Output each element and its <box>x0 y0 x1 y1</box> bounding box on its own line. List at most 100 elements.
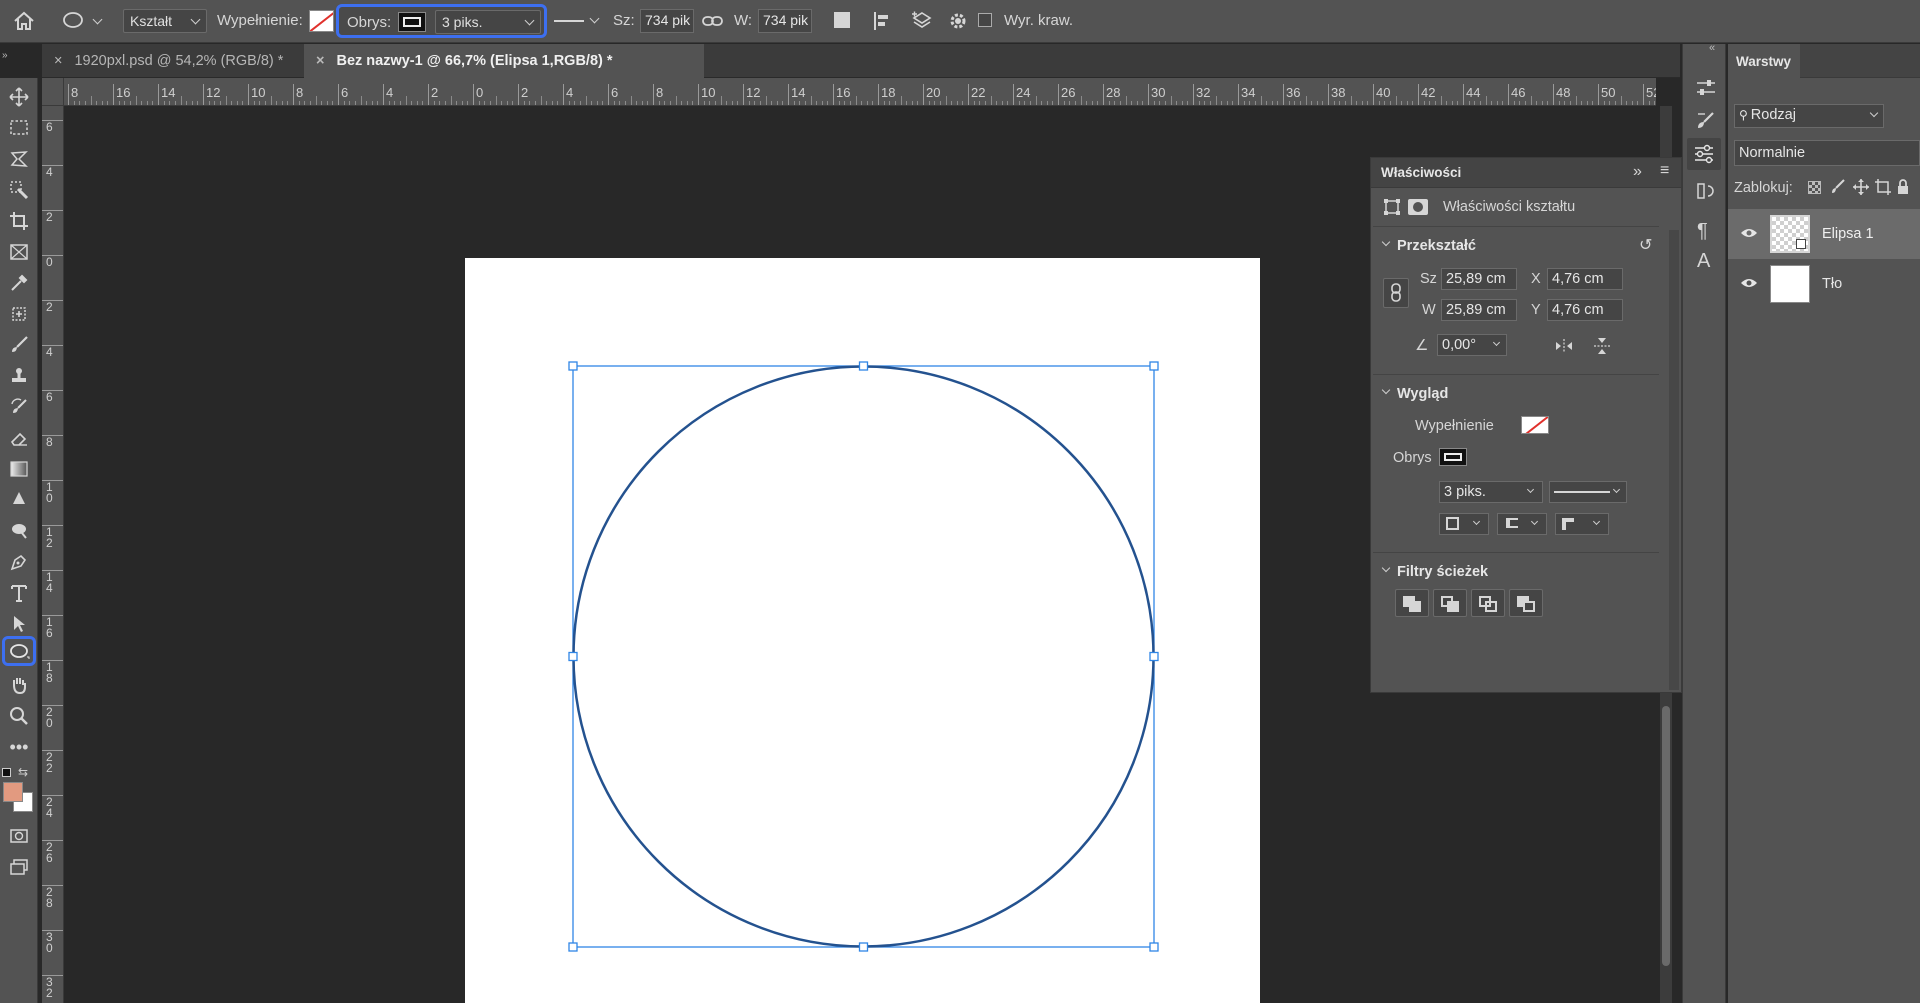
zoom-tool[interactable] <box>4 703 34 729</box>
more-tools-icon[interactable]: ••• <box>4 734 34 760</box>
lock-transparency-icon[interactable] <box>1808 181 1821 194</box>
gradient-tool[interactable] <box>4 456 34 482</box>
brush-tool[interactable] <box>4 332 34 358</box>
close-icon[interactable]: × <box>54 53 62 69</box>
angle-input[interactable]: 0,00° <box>1437 334 1507 356</box>
stroke-corners-select[interactable] <box>1555 513 1609 535</box>
home-icon[interactable] <box>12 10 36 32</box>
brush-settings-icon[interactable] <box>1695 110 1717 132</box>
handle-bottom[interactable] <box>858 942 869 952</box>
pen-tool[interactable] <box>4 549 34 575</box>
subtract-shapes-button[interactable] <box>1433 589 1467 617</box>
close-icon[interactable]: × <box>316 53 324 69</box>
screen-mode-icon[interactable] <box>4 854 34 880</box>
height-input[interactable]: 25,89 cm <box>1441 299 1517 321</box>
stroke-swatch[interactable] <box>398 12 426 32</box>
exclude-shapes-button[interactable] <box>1509 589 1543 617</box>
width-input[interactable]: 25,89 cm <box>1441 268 1517 290</box>
width-input[interactable]: 734 pik <box>640 9 694 33</box>
combine-shapes-button[interactable] <box>1395 589 1429 617</box>
stroke-width-select[interactable]: 3 piks. <box>435 10 541 34</box>
crop-tool[interactable] <box>4 208 34 234</box>
handle-bottom-right[interactable] <box>1149 942 1159 952</box>
handle-left[interactable] <box>568 651 578 662</box>
paragraph-panel-icon[interactable]: ¶ <box>1697 220 1708 243</box>
path-alignment-icon[interactable] <box>872 10 892 32</box>
x-input[interactable]: 4,76 cm <box>1547 268 1623 290</box>
stroke-caps-select[interactable] <box>1497 513 1547 535</box>
flip-horizontal-icon[interactable] <box>1554 338 1574 354</box>
y-input[interactable]: 4,76 cm <box>1547 299 1623 321</box>
layer-row-elipsa[interactable]: Elipsa 1 <box>1728 209 1920 259</box>
chevron-down-icon[interactable] <box>1381 237 1391 247</box>
link-dimensions-button[interactable] <box>1383 278 1409 308</box>
move-tool[interactable] <box>4 84 34 110</box>
character-panel-icon[interactable]: A <box>1697 250 1710 273</box>
blend-mode-select[interactable]: Normalnie <box>1734 140 1920 166</box>
collapse-panel-icon[interactable]: » <box>1633 163 1642 181</box>
path-arrangement-icon[interactable] <box>910 10 934 32</box>
eye-icon[interactable] <box>1740 276 1758 290</box>
hand-tool[interactable] <box>4 672 34 698</box>
chevron-down-icon[interactable] <box>1381 385 1391 395</box>
document-canvas[interactable] <box>465 258 1260 1003</box>
default-colors-icon[interactable] <box>2 768 11 777</box>
panel-menu-icon[interactable]: ≡ <box>1660 162 1669 180</box>
properties-panel-scrollbar[interactable] <box>1669 230 1679 690</box>
eye-icon[interactable] <box>1740 226 1758 240</box>
ellipse-tool-preset-picker[interactable] <box>62 10 106 34</box>
clone-stamp-tool[interactable] <box>4 363 34 389</box>
type-tool[interactable] <box>4 580 34 606</box>
gear-icon[interactable] <box>948 11 968 31</box>
tool-mode-select[interactable]: Kształt <box>123 9 207 33</box>
stroke-type-select[interactable] <box>551 9 605 33</box>
swap-colors-icon[interactable]: ⇆ <box>18 765 28 779</box>
collapse-toolbar-icon[interactable]: » <box>2 50 8 61</box>
handle-bottom-left[interactable] <box>568 942 578 952</box>
handle-right[interactable] <box>1149 651 1159 662</box>
lock-artboard-icon[interactable] <box>1874 178 1892 196</box>
stroke-width-select[interactable]: 3 piks. <box>1439 481 1543 503</box>
flip-vertical-icon[interactable] <box>1593 336 1611 356</box>
eraser-tool[interactable] <box>4 425 34 451</box>
shape-props-icon[interactable] <box>1383 198 1401 216</box>
ellipse-shape[interactable] <box>572 365 1155 948</box>
stroke-align-select[interactable] <box>1439 513 1489 535</box>
layer-kind-filter[interactable]: ⚲ Rodzaj <box>1734 104 1884 128</box>
lock-position-icon[interactable] <box>1852 178 1870 196</box>
history-brush-tool[interactable] <box>4 394 34 420</box>
marquee-tool[interactable] <box>4 115 34 141</box>
ellipse-tool-highlight[interactable] <box>2 636 36 666</box>
tab-bez-nazwy[interactable]: × Bez nazwy-1 @ 66,7% (Elipsa 1,RGB/8) * <box>304 44 704 78</box>
lasso-tool[interactable] <box>4 146 34 172</box>
foreground-color-swatch[interactable] <box>3 782 23 802</box>
lock-brush-icon[interactable] <box>1830 178 1846 196</box>
align-edges-checkbox[interactable] <box>978 13 992 27</box>
tab-layers[interactable]: Warstwy <box>1728 44 1800 78</box>
stroke-type-select[interactable] <box>1549 481 1627 503</box>
blur-tool[interactable] <box>4 487 34 513</box>
scrollbar-thumb[interactable] <box>1662 706 1670 966</box>
layer-row-tlo[interactable]: Tło <box>1728 259 1920 309</box>
stroke-swatch[interactable] <box>1439 448 1467 466</box>
height-input[interactable]: 734 pik <box>758 9 812 33</box>
chevron-down-icon[interactable] <box>1381 563 1391 573</box>
healing-brush-tool[interactable] <box>4 301 34 327</box>
properties-panel-icon[interactable] <box>1687 138 1721 170</box>
handle-top-left[interactable] <box>568 361 578 371</box>
tab-1920pxl[interactable]: × 1920pxl.psd @ 54,2% (RGB/8) * <box>42 44 304 78</box>
history-panel-icon[interactable] <box>1695 180 1717 202</box>
lock-all-icon[interactable] <box>1896 178 1910 196</box>
handle-top[interactable] <box>858 361 869 371</box>
adjustments-icon[interactable] <box>1695 78 1717 98</box>
mask-props-icon[interactable] <box>1408 199 1428 215</box>
quick-selection-tool[interactable] <box>4 177 34 203</box>
reset-transform-icon[interactable]: ↺ <box>1639 235 1652 255</box>
fill-swatch[interactable] <box>1521 416 1549 434</box>
handle-top-right[interactable] <box>1149 361 1159 371</box>
dodge-tool[interactable] <box>4 518 34 544</box>
collapse-panels-icon[interactable]: « <box>1709 42 1715 54</box>
frame-tool[interactable] <box>4 239 34 265</box>
link-icon[interactable] <box>702 12 724 30</box>
quick-mask-icon[interactable] <box>4 823 34 849</box>
